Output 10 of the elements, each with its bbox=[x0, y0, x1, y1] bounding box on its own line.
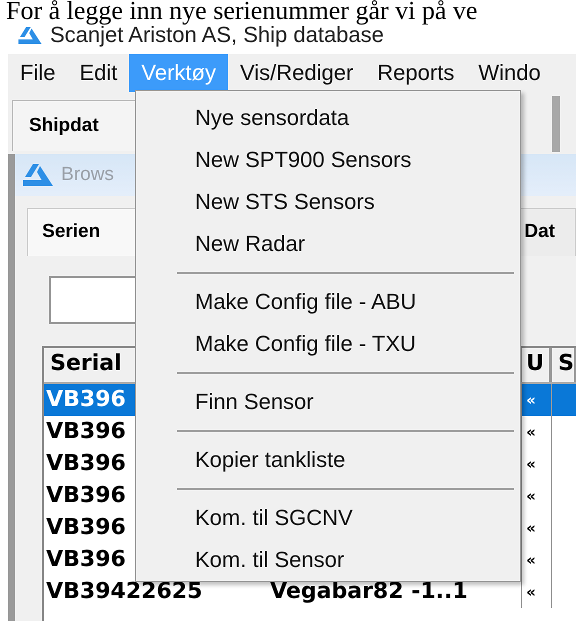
table-cell: VB39422625 bbox=[46, 579, 202, 604]
table-cell: VB396 bbox=[46, 387, 126, 412]
table-cell: VB396 bbox=[46, 451, 126, 476]
table-cell: « bbox=[521, 384, 552, 416]
table-cell-text: Vegabar82 -1..1 bbox=[269, 578, 469, 606]
table-cell: VB396 bbox=[46, 515, 126, 540]
table-cell: VB396 bbox=[46, 483, 126, 508]
child-window-title: Brows bbox=[61, 164, 114, 186]
table-cell: VB396 bbox=[46, 419, 126, 444]
table-cell: VB396 bbox=[46, 547, 126, 572]
